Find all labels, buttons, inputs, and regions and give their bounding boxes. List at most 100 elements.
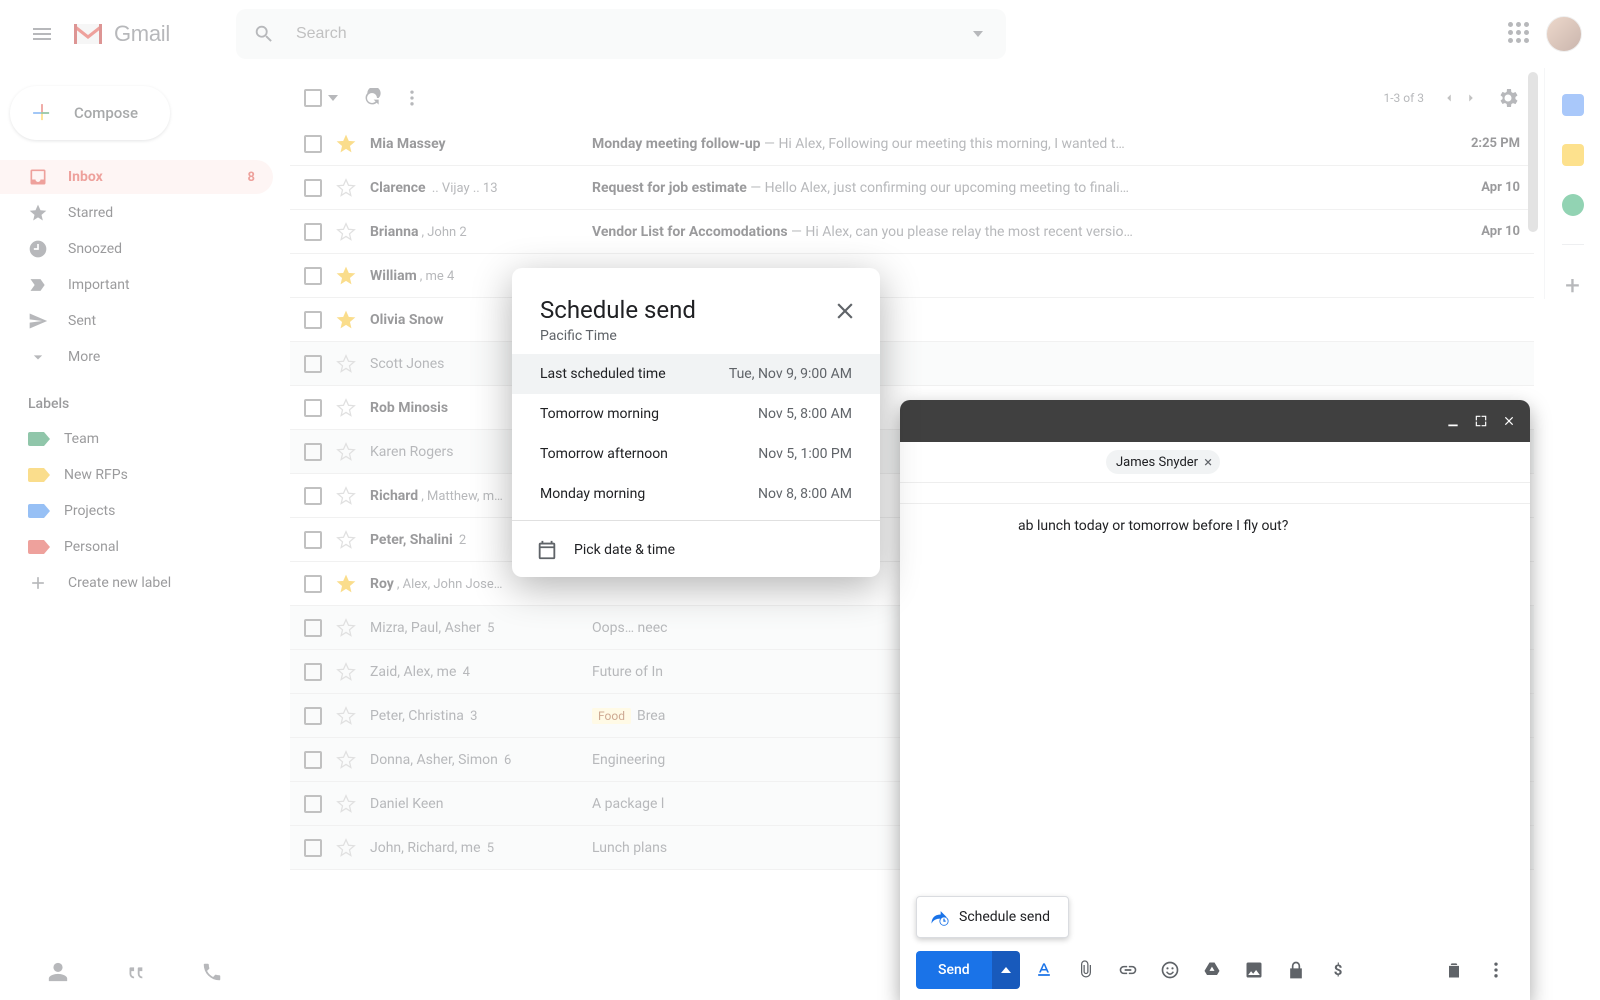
formatting-icon[interactable] xyxy=(1034,960,1054,980)
send-button[interactable]: Send xyxy=(916,951,992,989)
email-checkbox[interactable] xyxy=(304,707,322,725)
nav-item-starred[interactable]: Starred xyxy=(0,196,273,230)
email-checkbox[interactable] xyxy=(304,751,322,769)
star-icon[interactable] xyxy=(336,530,356,550)
schedule-option[interactable]: Tomorrow afternoonNov 5, 1:00 PM xyxy=(512,434,880,474)
label-item-projects[interactable]: Projects xyxy=(0,494,273,528)
label-item-team[interactable]: Team xyxy=(0,422,273,456)
label-item-new-rfps[interactable]: New RFPs xyxy=(0,458,273,492)
google-apps-button[interactable] xyxy=(1508,22,1532,46)
email-checkbox[interactable] xyxy=(304,267,322,285)
next-page-button[interactable] xyxy=(1460,87,1482,109)
email-checkbox[interactable] xyxy=(304,311,322,329)
email-checkbox[interactable] xyxy=(304,619,322,637)
nav-item-inbox[interactable]: Inbox 8 xyxy=(0,160,273,194)
gmail-logo[interactable]: Gmail xyxy=(70,20,170,48)
email-checkbox[interactable] xyxy=(304,443,322,461)
star-icon[interactable] xyxy=(336,134,356,154)
email-checkbox[interactable] xyxy=(304,135,322,153)
star-icon[interactable] xyxy=(336,266,356,286)
star-icon[interactable] xyxy=(336,794,356,814)
label-item-personal[interactable]: Personal xyxy=(0,530,273,564)
keep-addon-icon[interactable] xyxy=(1562,144,1584,166)
schedule-send-menu[interactable]: Schedule send xyxy=(916,896,1069,938)
remove-recipient-icon[interactable]: × xyxy=(1204,453,1212,471)
compose-recipients[interactable]: James Snyder × xyxy=(900,442,1530,483)
get-addons-button[interactable]: + xyxy=(1565,273,1580,299)
fullscreen-icon[interactable] xyxy=(1474,414,1488,428)
email-checkbox[interactable] xyxy=(304,795,322,813)
image-icon[interactable] xyxy=(1244,960,1264,980)
star-icon[interactable] xyxy=(336,618,356,638)
prev-page-button[interactable] xyxy=(1438,87,1460,109)
search-options-button[interactable] xyxy=(958,14,998,54)
star-icon[interactable] xyxy=(336,486,356,506)
link-icon[interactable] xyxy=(1118,960,1138,980)
email-row[interactable]: Brianna, John 2 Vendor List for Accomoda… xyxy=(290,210,1534,254)
email-row[interactable]: Scott Jones xyxy=(290,342,1534,386)
email-checkbox[interactable] xyxy=(304,399,322,417)
email-checkbox[interactable] xyxy=(304,179,322,197)
compose-header[interactable] xyxy=(900,400,1530,442)
email-checkbox[interactable] xyxy=(304,531,322,549)
hangouts-icon[interactable] xyxy=(124,961,146,983)
minimize-icon[interactable] xyxy=(1446,414,1460,428)
nav-item-sent[interactable]: Sent xyxy=(0,304,273,338)
search-icon[interactable] xyxy=(244,14,284,54)
star-icon[interactable] xyxy=(336,354,356,374)
email-checkbox[interactable] xyxy=(304,575,322,593)
more-actions-button[interactable] xyxy=(402,88,422,108)
contacts-icon[interactable] xyxy=(47,961,69,983)
create-label-button[interactable]: Create new label xyxy=(0,566,273,600)
email-row[interactable]: William, me 4 xyxy=(290,254,1534,298)
star-icon[interactable] xyxy=(336,442,356,462)
compose-more-icon[interactable] xyxy=(1486,960,1506,980)
confidential-icon[interactable] xyxy=(1286,960,1306,980)
nav-item-snoozed[interactable]: Snoozed xyxy=(0,232,273,266)
discard-icon[interactable] xyxy=(1444,960,1464,980)
phone-icon[interactable] xyxy=(201,961,223,983)
email-checkbox[interactable] xyxy=(304,839,322,857)
account-avatar[interactable] xyxy=(1546,16,1582,52)
compose-body[interactable]: ab lunch today or tomorrow before I fly … xyxy=(900,504,1530,940)
close-icon[interactable] xyxy=(1502,414,1516,428)
search-bar[interactable] xyxy=(236,9,1006,59)
schedule-option[interactable]: Tomorrow morningNov 5, 8:00 AM xyxy=(512,394,880,434)
star-icon[interactable] xyxy=(336,662,356,682)
email-checkbox[interactable] xyxy=(304,223,322,241)
tasks-addon-icon[interactable] xyxy=(1562,194,1584,216)
attach-icon[interactable] xyxy=(1076,960,1096,980)
star-icon[interactable] xyxy=(336,574,356,594)
main-menu-button[interactable] xyxy=(18,10,66,58)
compose-subject[interactable] xyxy=(900,483,1530,504)
star-icon[interactable] xyxy=(336,222,356,242)
search-input[interactable] xyxy=(284,25,958,43)
star-icon[interactable] xyxy=(336,398,356,418)
star-icon[interactable] xyxy=(336,706,356,726)
recipient-chip[interactable]: James Snyder × xyxy=(1106,450,1220,474)
money-icon[interactable]: $ xyxy=(1328,960,1348,980)
select-dropdown-icon[interactable] xyxy=(328,95,338,101)
send-options-button[interactable] xyxy=(992,951,1020,989)
dialog-close-button[interactable] xyxy=(832,298,858,324)
pick-date-time-option[interactable]: Pick date & time xyxy=(512,527,880,573)
email-row[interactable]: Olivia Snow xyxy=(290,298,1534,342)
drive-icon[interactable] xyxy=(1202,960,1222,980)
emoji-icon[interactable] xyxy=(1160,960,1180,980)
email-checkbox[interactable] xyxy=(304,355,322,373)
refresh-button[interactable] xyxy=(362,88,382,108)
compose-button[interactable]: Compose xyxy=(10,86,170,140)
email-row[interactable]: Clarence .. Vijay .. 13 Request for job … xyxy=(290,166,1534,210)
schedule-option[interactable]: Monday morningNov 8, 8:00 AM xyxy=(512,474,880,514)
star-icon[interactable] xyxy=(336,750,356,770)
star-icon[interactable] xyxy=(336,178,356,198)
nav-item-important[interactable]: Important xyxy=(0,268,273,302)
email-checkbox[interactable] xyxy=(304,663,322,681)
settings-button[interactable] xyxy=(1496,86,1520,110)
email-row[interactable]: Mia Massey Monday meeting follow-up — Hi… xyxy=(290,122,1534,166)
star-icon[interactable] xyxy=(336,838,356,858)
email-checkbox[interactable] xyxy=(304,487,322,505)
nav-item-more[interactable]: More xyxy=(0,340,273,374)
schedule-option[interactable]: Last scheduled timeTue, Nov 9, 9:00 AM xyxy=(512,354,880,394)
select-all-checkbox[interactable] xyxy=(304,89,322,107)
